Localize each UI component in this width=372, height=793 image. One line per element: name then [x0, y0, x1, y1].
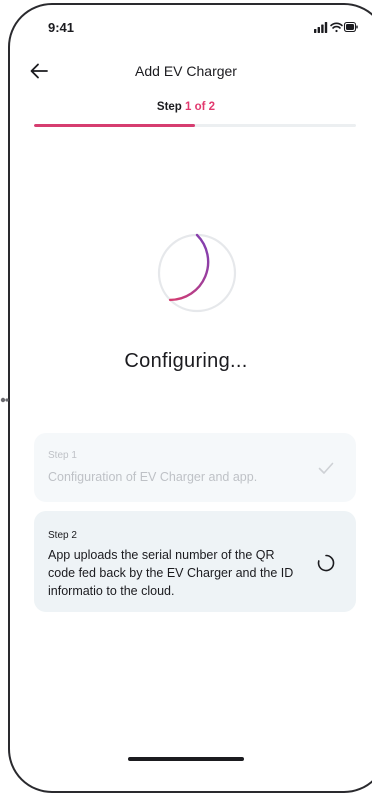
step-indicator-count: 1 of 2	[185, 101, 216, 113]
check-icon	[318, 462, 334, 474]
step-card-description: Configuration of EV Charger and app.	[48, 470, 258, 484]
battery-icon	[343, 21, 358, 33]
step-progress-track	[34, 124, 356, 127]
device-frame	[8, 3, 372, 793]
loading-spinner	[157, 233, 237, 313]
signal-icon	[314, 22, 328, 33]
step-card-description: App uploads the serial number of the QR …	[48, 548, 294, 598]
home-indicator[interactable]	[128, 757, 244, 761]
status-icons	[314, 21, 358, 33]
loading-status-text: Configuring...	[124, 350, 248, 372]
step-progress-fill	[34, 124, 195, 127]
status-bar: 9:41	[0, 0, 372, 52]
loading-spinner-icon	[317, 554, 335, 572]
step-card-2: Step 2 App uploads the serial number of …	[34, 511, 356, 612]
app-header: Add EV Charger	[0, 52, 372, 92]
step-card-label: Step 1	[48, 450, 77, 461]
step-indicator-prefix: Step	[156, 101, 182, 113]
step-indicator: Step 1 of 2	[0, 101, 372, 113]
step-card-label: Step 2	[48, 530, 77, 541]
page-title: Add EV Charger	[135, 63, 237, 79]
wifi-icon	[330, 22, 343, 33]
step-card-1: Step 1 Configuration of EV Charger and a…	[34, 433, 356, 502]
status-time: 9:41	[48, 20, 75, 35]
device-side-button	[0, 397, 9, 403]
